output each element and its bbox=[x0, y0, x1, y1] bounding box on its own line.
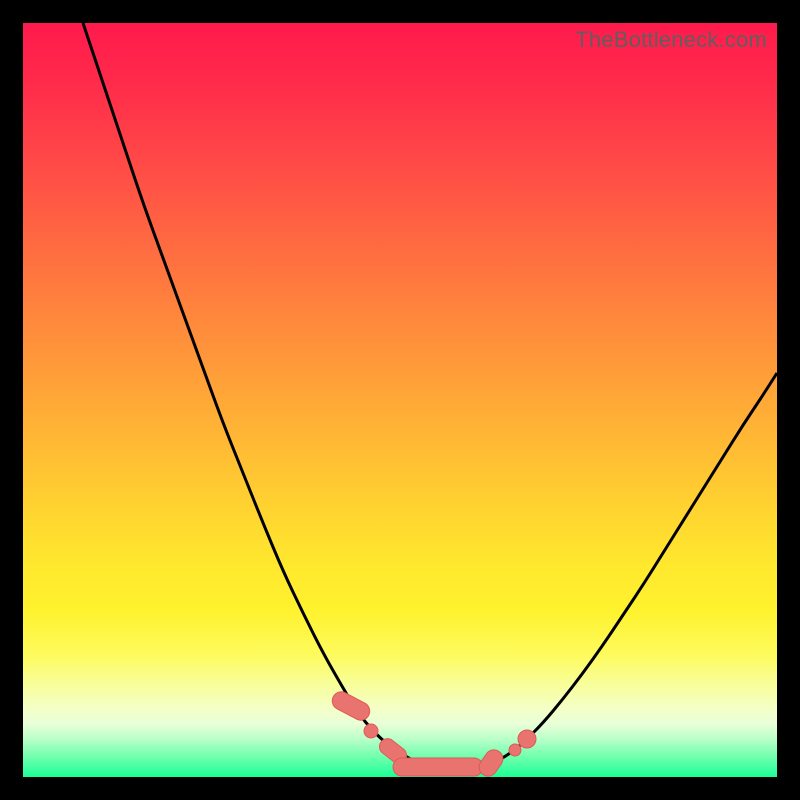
curve-marker bbox=[364, 724, 378, 738]
curve-marker bbox=[509, 744, 521, 756]
plot-area: TheBottleneck.com bbox=[23, 23, 777, 777]
bottleneck-curve-path bbox=[83, 23, 777, 769]
curve-layer bbox=[23, 23, 777, 777]
curve-markers bbox=[329, 689, 536, 780]
curve-marker bbox=[393, 758, 483, 776]
curve-marker bbox=[476, 746, 507, 779]
chart-frame: TheBottleneck.com bbox=[0, 0, 800, 800]
curve-marker bbox=[329, 689, 373, 724]
curve-marker bbox=[518, 730, 536, 748]
